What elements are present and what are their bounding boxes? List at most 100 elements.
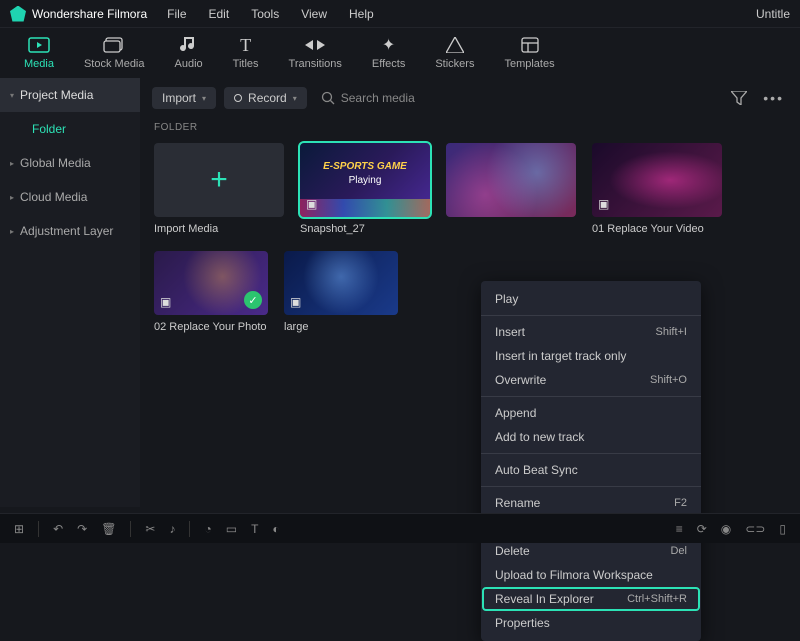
crop-icon[interactable]: ▭ [226,522,237,536]
image-icon: ▣ [290,295,301,309]
undo-icon[interactable]: ↶ [53,522,63,536]
timeline-toolbar: ⊞ ↶ ↷ 🗑 ✂ ♪ ◔ ▭ T ◐ ≡ ⟳ ◉ ⊂⊃ ▯ [0,513,800,543]
media-icon [28,36,50,54]
media-tile-studio[interactable] [446,143,576,235]
search-input[interactable]: Search media [315,91,720,105]
content-panel: Import ▾ Record ▾ Search media ••• FOLDE… [140,78,800,507]
media-grid: + Import Media E-SPORTS GAME Playing ▣ S… [140,137,800,339]
chevron-right-icon: ▸ [10,159,14,168]
mixer-icon[interactable]: ◉ [721,522,731,536]
track-icon[interactable]: ≡ [676,522,683,536]
tool-icon[interactable]: ◐ [272,522,279,536]
media-tile-snapshot[interactable]: E-SPORTS GAME Playing ▣ Snapshot_27 [300,143,430,235]
document-title: Untitle [756,7,790,21]
shortcut: Shift+I [656,326,688,338]
chevron-down-icon: ▾ [202,94,206,103]
separator [481,315,701,316]
tag-icon[interactable]: ◔ [204,522,211,536]
shortcut: Del [670,545,687,557]
logo-icon [10,6,26,22]
import-dropdown[interactable]: Import ▾ [152,87,216,109]
separator [481,396,701,397]
section-header: FOLDER [140,118,800,137]
app-name: Wondershare Filmora [32,7,147,21]
tab-stock-media[interactable]: Stock Media [84,36,145,70]
context-item-insert[interactable]: InsertShift+I [481,320,701,344]
titlebar: Wondershare Filmora File Edit Tools View… [0,0,800,28]
stickers-icon [444,36,466,54]
tab-templates[interactable]: Templates [504,36,554,70]
sidebar-item-cloud-media[interactable]: ▸ Cloud Media [0,180,140,214]
sidebar: ▾ Project Media Folder ▸ Global Media ▸ … [0,78,140,507]
chevron-down-icon: ▾ [293,94,297,103]
effects-icon: ✦ [378,36,400,54]
music-icon[interactable]: ♪ [169,522,175,536]
titles-icon: T [235,36,257,54]
sidebar-header[interactable]: ▾ Project Media [0,78,140,112]
image-icon: ▣ [160,295,171,309]
tab-effects[interactable]: ✦ Effects [372,36,405,70]
context-item-rename[interactable]: RenameF2 [481,491,701,515]
context-item-overwrite[interactable]: OverwriteShift+O [481,368,701,392]
context-menu: Play InsertShift+IInsert in target track … [481,281,701,641]
search-icon [321,91,335,105]
redo-icon[interactable]: ↷ [77,522,87,536]
menubar: File Edit Tools View Help [167,7,374,21]
main-area: ▾ Project Media Folder ▸ Global Media ▸ … [0,78,800,507]
sidebar-item-adjustment-layer[interactable]: ▸ Adjustment Layer [0,214,140,248]
tab-media[interactable]: Media [24,36,54,70]
context-item-properties[interactable]: Properties [481,611,701,635]
context-item-add-to-new-track[interactable]: Add to new track [481,425,701,449]
record-icon [234,94,242,102]
context-item-reveal-in-explorer[interactable]: Reveal In ExplorerCtrl+Shift+R [483,588,699,610]
audio-icon [178,36,200,54]
templates-icon [519,36,541,54]
app-logo: Wondershare Filmora [10,6,147,22]
sync-icon[interactable]: ⟳ [697,522,707,536]
image-icon: ▣ [598,197,609,211]
menu-help[interactable]: Help [349,7,374,21]
shortcut: Ctrl+Shift+R [627,593,687,605]
record-dropdown[interactable]: Record ▾ [224,87,307,109]
chevron-right-icon: ▸ [10,227,14,236]
media-tile-replace-photo[interactable]: ▣ ✓ 02 Replace Your Photo [154,251,268,333]
check-icon: ✓ [244,291,262,309]
transitions-icon [304,36,326,54]
link-icon[interactable]: ⊂⊃ [745,522,765,536]
menu-file[interactable]: File [167,7,186,21]
sidebar-folder-active[interactable]: Folder [0,112,140,146]
stock-media-icon [103,36,125,54]
media-tile-large[interactable]: ▣ large [284,251,398,333]
separator [481,486,701,487]
tab-titles[interactable]: T Titles [233,36,259,70]
cut-icon[interactable]: ✂ [145,522,155,536]
tab-stickers[interactable]: Stickers [435,36,474,70]
image-icon: ▣ [306,197,317,211]
tab-audio[interactable]: Audio [175,36,203,70]
tab-transitions[interactable]: Transitions [289,36,342,70]
delete-icon[interactable]: 🗑 [101,522,116,536]
text-icon[interactable]: T [251,522,258,536]
context-item-upload-to-filmora-workspace[interactable]: Upload to Filmora Workspace [481,563,701,587]
shortcut: Shift+O [650,374,687,386]
menu-edit[interactable]: Edit [209,7,230,21]
chevron-right-icon: ▸ [10,193,14,202]
separator [481,453,701,454]
shortcut: F2 [674,497,687,509]
media-tile-replace-video[interactable]: ▣ 01 Replace Your Video [592,143,722,235]
menu-tools[interactable]: Tools [251,7,279,21]
layout-icon[interactable]: ⊞ [14,522,24,536]
ribbon-tabs: Media Stock Media Audio T Titles Transit… [0,28,800,78]
context-item-auto-beat-sync[interactable]: Auto Beat Sync [481,458,701,482]
content-controls: Import ▾ Record ▾ Search media ••• [140,78,800,118]
import-media-tile[interactable]: + Import Media [154,143,284,235]
context-item-play[interactable]: Play [481,287,701,311]
plus-icon: + [210,163,228,197]
menu-view[interactable]: View [301,7,327,21]
more-icon[interactable]: ••• [759,86,788,110]
filter-icon[interactable] [727,87,751,109]
sidebar-item-global-media[interactable]: ▸ Global Media [0,146,140,180]
marker-icon[interactable]: ▯ [779,522,786,536]
context-item-insert-in-target-track-only[interactable]: Insert in target track only [481,344,701,368]
context-item-append[interactable]: Append [481,401,701,425]
